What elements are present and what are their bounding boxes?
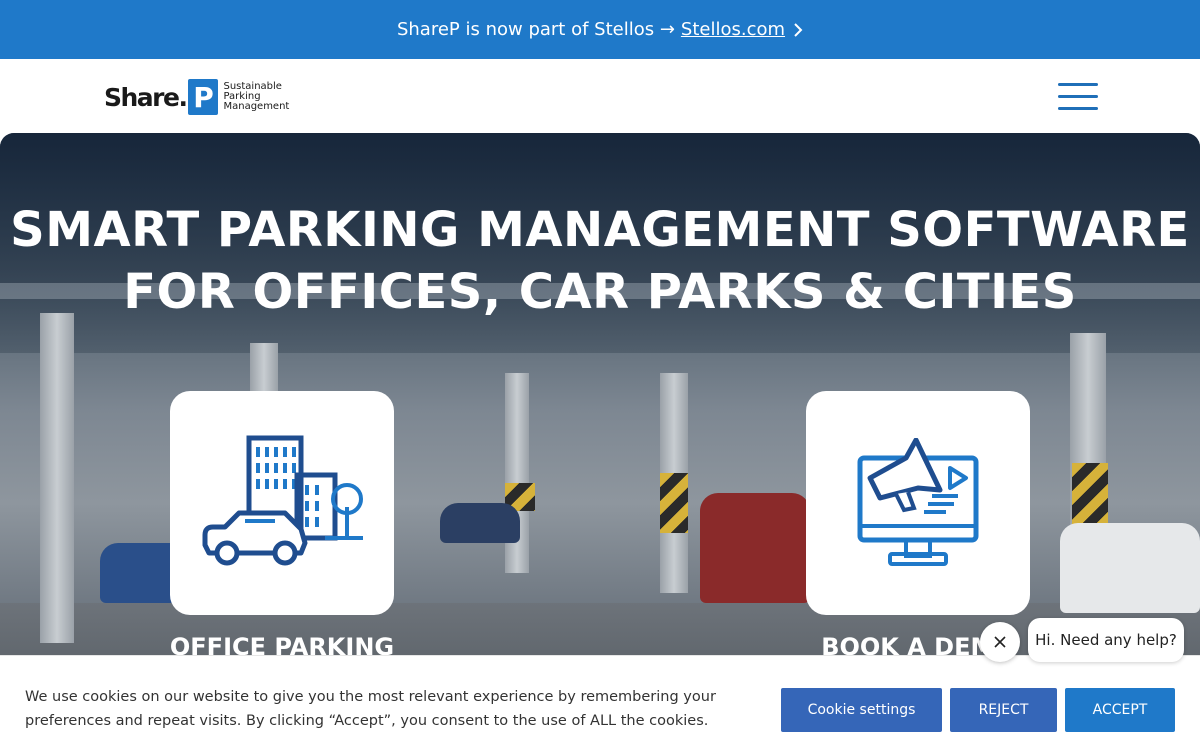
reject-button[interactable]: REJECT (950, 688, 1057, 732)
cookie-banner: We use cookies on our website to give yo… (0, 655, 1200, 750)
accept-button[interactable]: ACCEPT (1065, 688, 1175, 732)
hero-background-pillar (505, 373, 529, 573)
logo-tagline: Sustainable Parking Management (223, 81, 290, 112)
announcement-text: ShareP is now part of Stellos → (396, 19, 675, 40)
site-header: Share. P Sustainable Parking Management (0, 59, 1200, 133)
hero-background-hazard-stripe (660, 473, 688, 533)
hero-background-car (440, 503, 520, 543)
announcement-bar: ShareP is now part of Stellos → Stellos.… (0, 0, 1200, 59)
close-icon (994, 636, 1006, 648)
hero-background-car (700, 493, 810, 603)
sharep-logo[interactable]: Share. P Sustainable Parking Management (104, 75, 304, 119)
chevron-right-icon[interactable] (793, 22, 803, 38)
cookie-settings-button[interactable]: Cookie settings (781, 688, 942, 732)
office-building-car-icon (202, 435, 363, 566)
chat-greeting-bubble[interactable]: Hi. Need any help? (1028, 618, 1184, 662)
logo-p-mark: P (188, 79, 219, 115)
chat-close-button[interactable] (980, 622, 1020, 662)
stellos-link[interactable]: Stellos.com (681, 19, 785, 40)
cookie-message: We use cookies on our website to give yo… (25, 689, 716, 729)
hero-title: SMART PARKING MANAGEMENT SOFTWARE FOR OF… (10, 202, 1190, 320)
hero-background-pillar (40, 313, 74, 643)
book-demo-card[interactable] (806, 391, 1030, 615)
office-parking-card[interactable] (170, 391, 394, 615)
hero-background-car (1060, 523, 1200, 613)
hamburger-icon[interactable] (1058, 83, 1098, 111)
monitor-megaphone-icon (857, 438, 979, 566)
logo-wordmark: Share. (104, 82, 188, 112)
